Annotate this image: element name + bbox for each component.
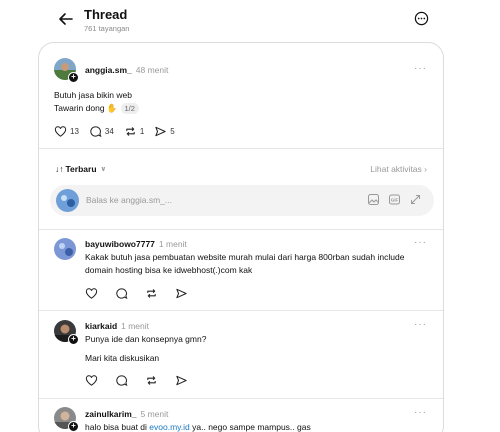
reply-more-icon[interactable]: ···	[414, 319, 427, 330]
post-more-icon[interactable]: ···	[414, 63, 427, 74]
comment-button[interactable]	[115, 374, 128, 387]
comment-button[interactable]	[115, 287, 128, 300]
heart-icon	[85, 375, 98, 386]
repost-icon	[126, 127, 135, 136]
comment-button[interactable]: 34	[89, 125, 114, 138]
svg-text:GIF: GIF	[391, 198, 399, 203]
divider	[39, 229, 443, 230]
chevron-down-icon: ∨	[100, 166, 107, 173]
comment-bubble-icon	[116, 288, 128, 300]
repost-button[interactable]: 1	[124, 125, 144, 138]
reply-time: 1 menit	[121, 321, 150, 331]
reply-input[interactable]: Balas ke anggia.sm_... GIF	[50, 185, 434, 216]
post-text-line1: Butuh jasa bikin web	[54, 90, 132, 100]
repost-button[interactable]	[145, 374, 158, 387]
gif-icon[interactable]: GIF	[388, 193, 401, 206]
sort-dropdown[interactable]: ↓↑ Terbaru ∨	[55, 164, 106, 174]
send-icon	[176, 375, 187, 386]
my-avatar	[56, 189, 79, 212]
like-button[interactable]	[85, 374, 98, 387]
like-button[interactable]	[85, 287, 98, 300]
post-username[interactable]: anggia.sm_	[85, 65, 132, 75]
reply-text: halo bisa buat di evoo.my.id ya.. nego s…	[85, 421, 311, 432]
comment-bubble-icon	[90, 126, 102, 138]
reply-username[interactable]: kiarkaid	[85, 321, 117, 331]
follow-plus-icon[interactable]: +	[68, 334, 79, 345]
divider	[39, 148, 443, 149]
thread-header: Thread 761 tayangan	[0, 0, 500, 40]
reply-actions	[85, 374, 205, 387]
post-text-line2: Tawarin dong ✋	[54, 103, 118, 113]
reply-link[interactable]: evoo.my.id	[149, 422, 189, 432]
repost-count: 1	[139, 127, 145, 136]
share-button[interactable]	[175, 287, 188, 300]
post-actions: 13 34 1 5	[54, 125, 185, 138]
share-button[interactable]: 5	[154, 125, 175, 138]
post-time: 48 menit	[135, 65, 169, 75]
reply-more-icon[interactable]: ···	[414, 237, 427, 248]
view-activity-link[interactable]: Lihat aktivitas ›	[370, 164, 427, 174]
view-count: 761 tayangan	[84, 24, 130, 33]
like-count: 13	[70, 127, 79, 136]
reply-placeholder: Balas ke anggia.sm_...	[86, 195, 172, 205]
comment-count: 34	[104, 127, 114, 136]
comment-bubble-icon	[116, 375, 128, 387]
like-button[interactable]: 13	[54, 125, 79, 138]
follow-plus-icon[interactable]: +	[68, 421, 79, 432]
page-title: Thread	[84, 7, 128, 22]
send-icon	[155, 126, 166, 137]
divider	[39, 310, 443, 311]
expand-icon[interactable]	[409, 193, 422, 206]
sort-icon: ↓↑	[55, 164, 64, 174]
thread-card: + anggia.sm_ 48 menit ··· Butuh jasa biki…	[38, 42, 444, 432]
reply-text-before: halo bisa buat di	[85, 422, 150, 432]
more-options-icon[interactable]	[414, 11, 429, 26]
sort-label: Terbaru	[65, 164, 97, 174]
share-count: 5	[170, 127, 175, 136]
avatar[interactable]	[54, 238, 76, 260]
reply-text: Kakak butuh jasa pembuatan website murah…	[85, 252, 405, 275]
reply-time: 1 menit	[158, 239, 187, 249]
heart-icon	[85, 288, 98, 299]
follow-plus-icon[interactable]: +	[68, 72, 79, 83]
reply-time: 5 menit	[140, 409, 169, 419]
chevron-right-icon: ›	[424, 164, 427, 174]
repost-icon	[147, 376, 156, 385]
post-pager: 1/2	[120, 103, 139, 114]
send-icon	[176, 288, 187, 299]
reply-text: Punya ide dan konsepnya gmn?	[85, 334, 207, 344]
reply-actions	[85, 287, 205, 300]
reply-text-2: Mari kita diskusikan	[85, 353, 160, 363]
reply-text-after: ya.. nego sampe mampus.. gas	[189, 422, 311, 432]
share-button[interactable]	[175, 374, 188, 387]
repost-icon	[147, 289, 156, 298]
heart-icon	[54, 126, 67, 137]
view-activity-label: Lihat aktivitas	[370, 164, 422, 174]
image-icon[interactable]	[367, 193, 380, 206]
repost-button[interactable]	[145, 287, 158, 300]
reply-more-icon[interactable]: ···	[414, 407, 427, 418]
reply-username[interactable]: zainulkarim_	[85, 409, 137, 419]
reply-username[interactable]: bayuwibowo7777	[85, 239, 155, 249]
back-arrow-icon[interactable]	[57, 10, 75, 28]
divider	[39, 398, 443, 399]
